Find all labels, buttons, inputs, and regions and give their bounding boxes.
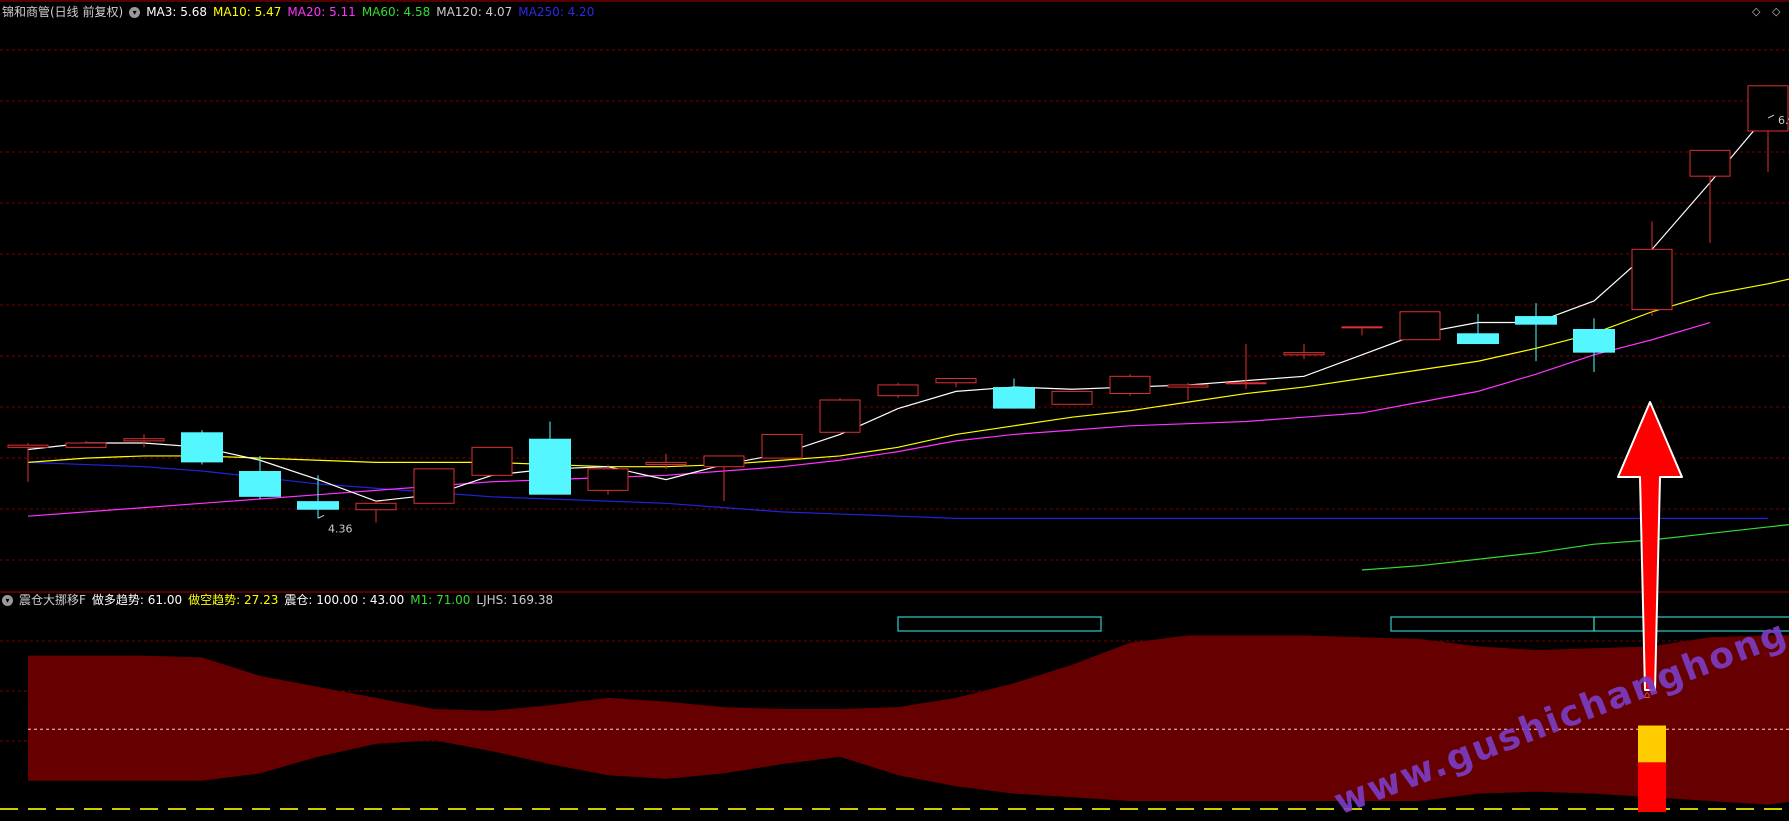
annotation-pointer (317, 514, 325, 519)
price-annotation: 6.50 (1778, 114, 1789, 127)
candle-body (239, 471, 281, 497)
candle-body (1457, 333, 1499, 345)
candle-body (935, 377, 977, 384)
candle-body (1225, 382, 1267, 385)
signal-box (897, 616, 1102, 632)
candle-body (1515, 316, 1557, 325)
ljhs-value: LJHS: 169.38 (476, 593, 554, 607)
candle-body (1167, 384, 1209, 388)
candle-body (529, 438, 571, 495)
candle-body (1283, 352, 1325, 356)
candle-body (1573, 328, 1615, 353)
ma10-value: MA10: 5.47 (212, 5, 282, 19)
stock-chart: 6.504.36 ⌂www.gushichanghong.com (0, 0, 1789, 821)
main-chart-header: 锦和商管(日线 前复权) ▾ MA3: 5.68 MA10: 5.47 MA20… (0, 4, 600, 20)
candle-body (297, 501, 339, 510)
candle-body (123, 438, 165, 442)
candle-body (1689, 149, 1731, 177)
chevron-down-icon[interactable]: ▾ (2, 594, 13, 606)
indicator-title: 震仓大挪移F (19, 593, 86, 607)
moving-average-lines (27, 113, 1789, 571)
ma60-value: MA60: 4.58 (361, 5, 431, 19)
signal-bar-red (1638, 762, 1666, 812)
ma3-value: MA3: 5.68 (146, 5, 207, 19)
grid-lines (0, 0, 1789, 742)
candle-body (65, 442, 107, 448)
ma250-value: MA250: 4.20 (518, 5, 595, 19)
candle-body (413, 468, 455, 504)
candle-body (1399, 311, 1441, 341)
long-trend-value: 做多趋势: 61.00 (91, 593, 183, 607)
candle-body (1051, 390, 1093, 405)
shakeout-value: 震仓: 100.00 : 43.00 (284, 593, 405, 607)
expand-icon[interactable]: ◇ (1772, 5, 1780, 18)
chevron-down-icon[interactable]: ▾ (129, 6, 141, 18)
diamond-icon[interactable]: ◇ (1752, 5, 1760, 18)
candle-body (1341, 326, 1383, 329)
candle-body (703, 455, 745, 468)
candle-body (1631, 248, 1673, 311)
candle-body (181, 432, 223, 463)
indicator-header: ▾ 震仓大挪移F 做多趋势: 61.00 做空趋势: 27.23 震仓: 100… (0, 592, 559, 608)
ma120-value: MA120: 4.07 (436, 5, 513, 19)
ma20-value: MA20: 5.11 (287, 5, 356, 19)
short-trend-value: 做空趋势: 27.23 (188, 593, 279, 607)
signal-bar-yellow (1638, 725, 1666, 763)
candle-body (819, 399, 861, 433)
candle-body (7, 444, 49, 448)
chart-title: 锦和商管(日线 前复权) (2, 5, 124, 19)
ma3-line (27, 113, 1789, 502)
candle-body (471, 446, 513, 476)
ma60-line (1361, 524, 1789, 571)
candle-body (877, 384, 919, 397)
signal-box (1390, 616, 1595, 632)
candle-body (355, 502, 397, 511)
m1-value: M1: 71.00 (410, 593, 471, 607)
candlesticks (7, 85, 1789, 523)
candle-body (761, 433, 803, 459)
candle-body (587, 468, 629, 491)
candle-body (1109, 375, 1151, 395)
candle-body (645, 461, 687, 466)
ma250-line (27, 461, 1768, 519)
candle-body (993, 387, 1035, 409)
price-annotation: 4.36 (328, 522, 353, 535)
